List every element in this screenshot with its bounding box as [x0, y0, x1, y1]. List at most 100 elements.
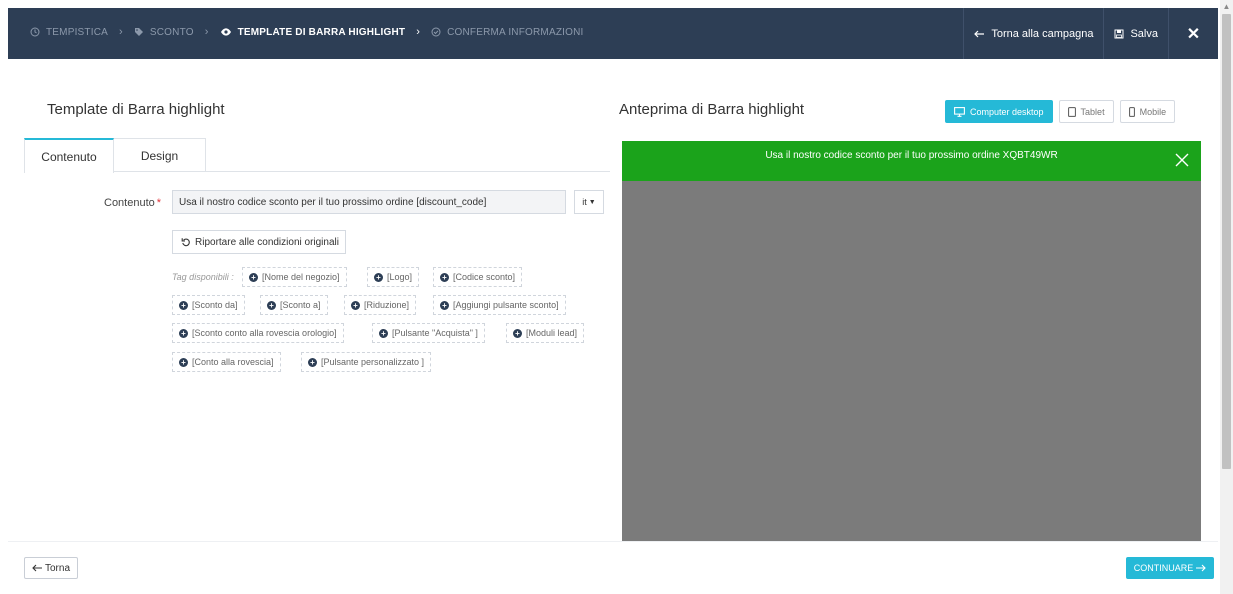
save-button[interactable]: Salva — [1103, 8, 1168, 59]
continue-label: CONTINUARE — [1133, 563, 1194, 573]
tag-button[interactable]: + [Riduzione] — [344, 295, 417, 315]
plus-circle-icon: + — [374, 272, 383, 282]
back-to-campaign-label: Torna alla campagna — [991, 27, 1094, 40]
footer-bar — [8, 541, 1218, 594]
tag-button[interactable]: + [Sconto conto alla rovescia orologio] — [172, 323, 344, 343]
chevron-right-icon: › — [204, 26, 209, 38]
device-mobile-button[interactable]: Mobile — [1119, 100, 1176, 123]
arrow-right-icon — [1195, 564, 1207, 572]
mobile-phone-icon — [1128, 106, 1135, 117]
language-value: it — [582, 197, 587, 207]
plus-circle-icon: + — [351, 300, 360, 310]
device-label: Tablet — [1080, 106, 1105, 117]
tag-label: [Riduzione] — [364, 300, 410, 310]
content-tabs: Contenuto Design — [24, 138, 610, 173]
tag-label: [Sconto conto alla rovescia orologio] — [192, 328, 337, 338]
tag-label: [Conto alla rovescia] — [192, 357, 274, 367]
check-circle-icon — [431, 27, 441, 37]
content-field-label: Contenuto * — [104, 197, 161, 209]
tab-design[interactable]: Design — [114, 138, 206, 172]
preview-title: Anteprima di Barra highlight — [619, 101, 805, 118]
tag-label: [Sconto a] — [280, 300, 321, 310]
content-input[interactable]: Usa il nostro codice sconto per il tuo p… — [172, 190, 566, 214]
tag-button[interactable]: + [Pulsante "Acquista" ] — [372, 323, 485, 343]
plus-circle-icon: + — [249, 272, 258, 282]
tag-button[interactable]: + [Pulsante personalizzato ] — [301, 352, 432, 372]
plus-circle-icon: + — [440, 300, 449, 310]
tag-label: [Aggiungi pulsante sconto] — [453, 300, 559, 310]
tag-label: [Logo] — [387, 272, 413, 282]
preview-close-icon[interactable] — [1175, 153, 1189, 167]
scroll-up-arrow-icon[interactable]: ▲ — [1222, 2, 1231, 11]
tag-label: [Pulsante personalizzato ] — [321, 357, 425, 367]
plus-circle-icon: + — [179, 357, 188, 367]
highlight-bar-preview: Usa il nostro codice sconto per il tuo p… — [622, 141, 1201, 181]
arrow-left-icon — [974, 30, 985, 38]
step-label: TEMPLATE DI BARRA HIGHLIGHT — [237, 26, 406, 38]
clock-icon — [30, 27, 40, 37]
device-tablet-button[interactable]: Tablet — [1058, 100, 1114, 123]
page-scrollbar[interactable]: ▲ — [1220, 0, 1233, 594]
tag-label: [Nome del negozio] — [262, 272, 340, 282]
device-label: Mobile — [1139, 106, 1167, 117]
tags-label: Tag disponibili : — [172, 272, 234, 282]
tag-button[interactable]: + [Conto alla rovescia] — [172, 352, 281, 372]
desktop-monitor-icon — [954, 106, 965, 117]
template-title: Template di Barra highlight — [47, 101, 225, 118]
step-tempistica[interactable]: TEMPISTICA — [30, 27, 108, 38]
continue-button[interactable]: CONTINUARE — [1126, 557, 1214, 579]
step-label: TEMPISTICA — [46, 26, 109, 38]
tag-icon — [134, 27, 144, 37]
plus-circle-icon: + — [513, 328, 522, 338]
required-mark: * — [156, 197, 162, 209]
tag-label: [Pulsante "Acquista" ] — [392, 328, 478, 338]
undo-icon — [181, 237, 191, 247]
top-navigation-bar: TEMPISTICA › SCONTO › TEMPLATE DI BARRA … — [8, 8, 1218, 59]
preview-bar-text: Usa il nostro codice sconto per il tuo p… — [765, 150, 1058, 161]
device-switcher: Computer desktop Tablet Mobile — [945, 100, 1181, 123]
step-sconto[interactable]: SCONTO — [134, 27, 194, 38]
tag-button[interactable]: + [Nome del negozio] — [242, 267, 347, 287]
back-button[interactable]: Torna — [24, 557, 78, 579]
tag-button[interactable]: + [Moduli lead] — [506, 323, 585, 343]
reset-label: Riportare alle condizioni originali — [195, 236, 339, 248]
language-dropdown[interactable]: it ▼ — [574, 190, 604, 214]
reset-to-original-button[interactable]: Riportare alle condizioni originali — [172, 230, 346, 254]
scroll-thumb[interactable] — [1222, 14, 1231, 469]
step-label: SCONTO — [149, 26, 194, 38]
caret-down-icon: ▼ — [588, 198, 596, 206]
tag-button[interactable]: + [Logo] — [367, 267, 420, 287]
plus-circle-icon: + — [440, 272, 449, 282]
tag-button[interactable]: + [Aggiungi pulsante sconto] — [433, 295, 566, 315]
step-breadcrumb: TEMPISTICA › SCONTO › TEMPLATE DI BARRA … — [30, 26, 584, 38]
save-label: Salva — [1130, 27, 1158, 40]
chevron-right-icon: › — [416, 26, 421, 38]
plus-circle-icon: + — [179, 300, 188, 310]
arrow-left-icon — [32, 564, 43, 572]
step-label: CONFERMA INFORMAZIONI — [447, 26, 584, 38]
preview-canvas: Usa il nostro codice sconto per il tuo p… — [622, 141, 1201, 541]
tag-button[interactable]: + [Sconto a] — [260, 295, 328, 315]
step-template[interactable]: TEMPLATE DI BARRA HIGHLIGHT — [220, 27, 406, 38]
tablet-icon — [1067, 106, 1076, 117]
tag-button[interactable]: + [Sconto da] — [172, 295, 245, 315]
content-label-text: Contenuto — [104, 197, 155, 209]
back-label: Torna — [44, 562, 70, 574]
chevron-right-icon: › — [119, 26, 123, 38]
tag-button[interactable]: + [Codice sconto] — [433, 267, 523, 287]
step-conferma[interactable]: CONFERMA INFORMAZIONI — [431, 27, 583, 38]
back-to-campaign-button[interactable]: Torna alla campagna — [963, 8, 1103, 59]
device-desktop-button[interactable]: Computer desktop — [945, 100, 1053, 123]
device-label: Computer desktop — [970, 106, 1044, 117]
close-icon: ✕ — [1186, 25, 1201, 43]
floppy-disk-icon — [1114, 29, 1124, 39]
tag-label: [Codice sconto] — [453, 272, 516, 282]
close-button[interactable]: ✕ — [1168, 8, 1218, 59]
plus-circle-icon: + — [179, 328, 188, 338]
tab-contenuto[interactable]: Contenuto — [24, 138, 114, 173]
plus-circle-icon: + — [267, 300, 276, 310]
tag-label: [Moduli lead] — [526, 328, 578, 338]
plus-circle-icon: + — [308, 357, 317, 367]
eye-icon — [220, 27, 232, 37]
tag-label: [Sconto da] — [192, 300, 238, 310]
